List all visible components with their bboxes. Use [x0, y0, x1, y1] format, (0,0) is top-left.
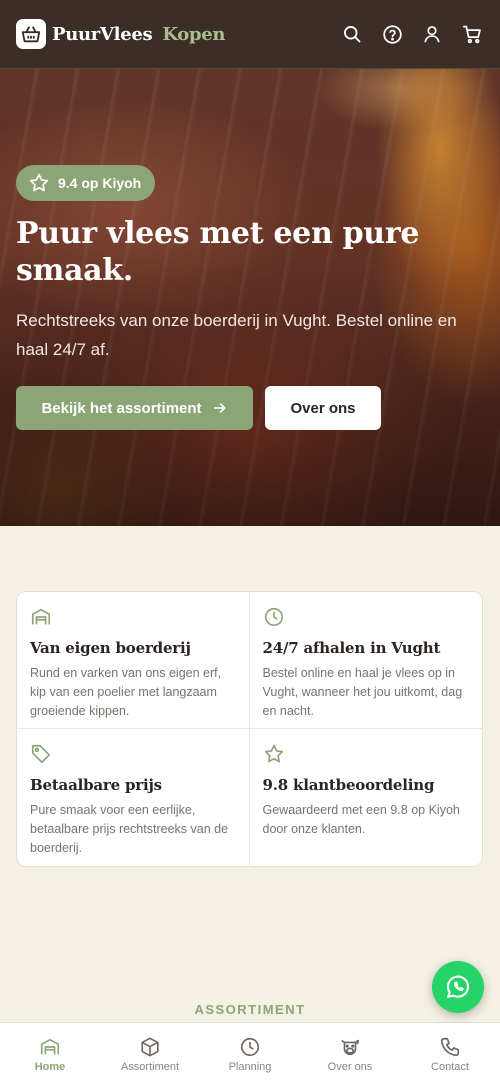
- feature-text: Gewaardeerd met een 9.8 op Kiyoh door on…: [262, 803, 460, 836]
- whatsapp-button[interactable]: [432, 961, 484, 1013]
- star-icon: [264, 744, 283, 763]
- view-assortment-button[interactable]: Bekijk het assortiment: [16, 386, 253, 430]
- user-icon[interactable]: [420, 22, 444, 46]
- feature-text: Rund en varken van ons eigen erf, kip va…: [30, 666, 222, 718]
- hero-subtitle: Rechtstreeks van onze boerderij in Vught…: [16, 311, 457, 359]
- nav-label: Contact: [431, 1061, 469, 1073]
- nav-label: Planning: [228, 1061, 272, 1073]
- nav-label: Assortiment: [120, 1061, 180, 1073]
- about-us-button[interactable]: Over ons: [265, 386, 381, 430]
- phone-icon: [440, 1037, 460, 1057]
- hero-banner: [0, 69, 500, 526]
- nav-planning[interactable]: Planning: [200, 1023, 300, 1082]
- home-icon: [40, 1038, 60, 1055]
- cart-icon[interactable]: [460, 22, 484, 46]
- box-icon: [141, 1037, 159, 1057]
- feature-farm: Van eigen boerderij Rund en varken van o…: [17, 592, 250, 729]
- nav-label: Home: [34, 1061, 66, 1073]
- feature-title: 24/7 afhalen in Vught: [262, 639, 441, 657]
- brand-accent: Kopen: [162, 23, 226, 45]
- help-icon[interactable]: [380, 22, 404, 46]
- clock-icon: [264, 607, 283, 627]
- brand-name: PuurVlees: [52, 23, 153, 45]
- top-header: PuurVlees Kopen: [0, 0, 500, 69]
- whatsapp-icon: [446, 975, 470, 998]
- hero-title: Puur vlees met een pure smaak.: [16, 216, 420, 288]
- features-card: Van eigen boerderij Rund en varken van o…: [16, 591, 483, 867]
- rating-badge-text: 9.4 op Kiyoh: [58, 175, 142, 191]
- nav-about[interactable]: Over ons: [300, 1023, 400, 1082]
- feature-text: Pure smaak voor een eerlijke, betaalbare…: [30, 803, 229, 855]
- star-icon: [29, 173, 49, 192]
- search-icon[interactable]: [340, 22, 364, 46]
- barn-icon: [31, 608, 51, 625]
- nav-contact[interactable]: Contact: [400, 1023, 500, 1082]
- nav-label: Over ons: [327, 1061, 373, 1073]
- feature-title: 9.8 klantbeoordeling: [262, 776, 435, 794]
- basket-logo-icon: [16, 19, 46, 49]
- feature-title: Van eigen boerderij: [30, 639, 191, 657]
- clock-icon: [240, 1037, 260, 1057]
- cow-icon: [341, 1039, 360, 1056]
- feature-rating: 9.8 klantbeoordeling Gewaardeerd met een…: [250, 729, 483, 866]
- tag-icon: [31, 744, 51, 764]
- bottom-navigation: Home Assortiment Planning Over ons Conta…: [0, 1022, 500, 1082]
- arrow-right-icon: [213, 403, 225, 413]
- feature-title: Betaalbare prijs: [30, 776, 162, 794]
- view-assortment-label: Bekijk het assortiment: [41, 399, 202, 417]
- about-us-label: Over ons: [290, 399, 356, 417]
- feature-pickup: 24/7 afhalen in Vught Bestel online en h…: [249, 592, 482, 729]
- feature-text: Bestel online en haal je vlees op in Vug…: [262, 666, 463, 718]
- feature-price: Betaalbare prijs Pure smaak voor een eer…: [17, 729, 250, 866]
- nav-home[interactable]: Home: [0, 1023, 100, 1082]
- rating-badge: 9.4 op Kiyoh: [16, 165, 156, 201]
- brand-logo[interactable]: PuurVlees Kopen: [16, 19, 226, 49]
- nav-assortment[interactable]: Assortiment: [100, 1023, 200, 1082]
- section-label-assortment: ASSORTIMENT: [194, 1002, 306, 1017]
